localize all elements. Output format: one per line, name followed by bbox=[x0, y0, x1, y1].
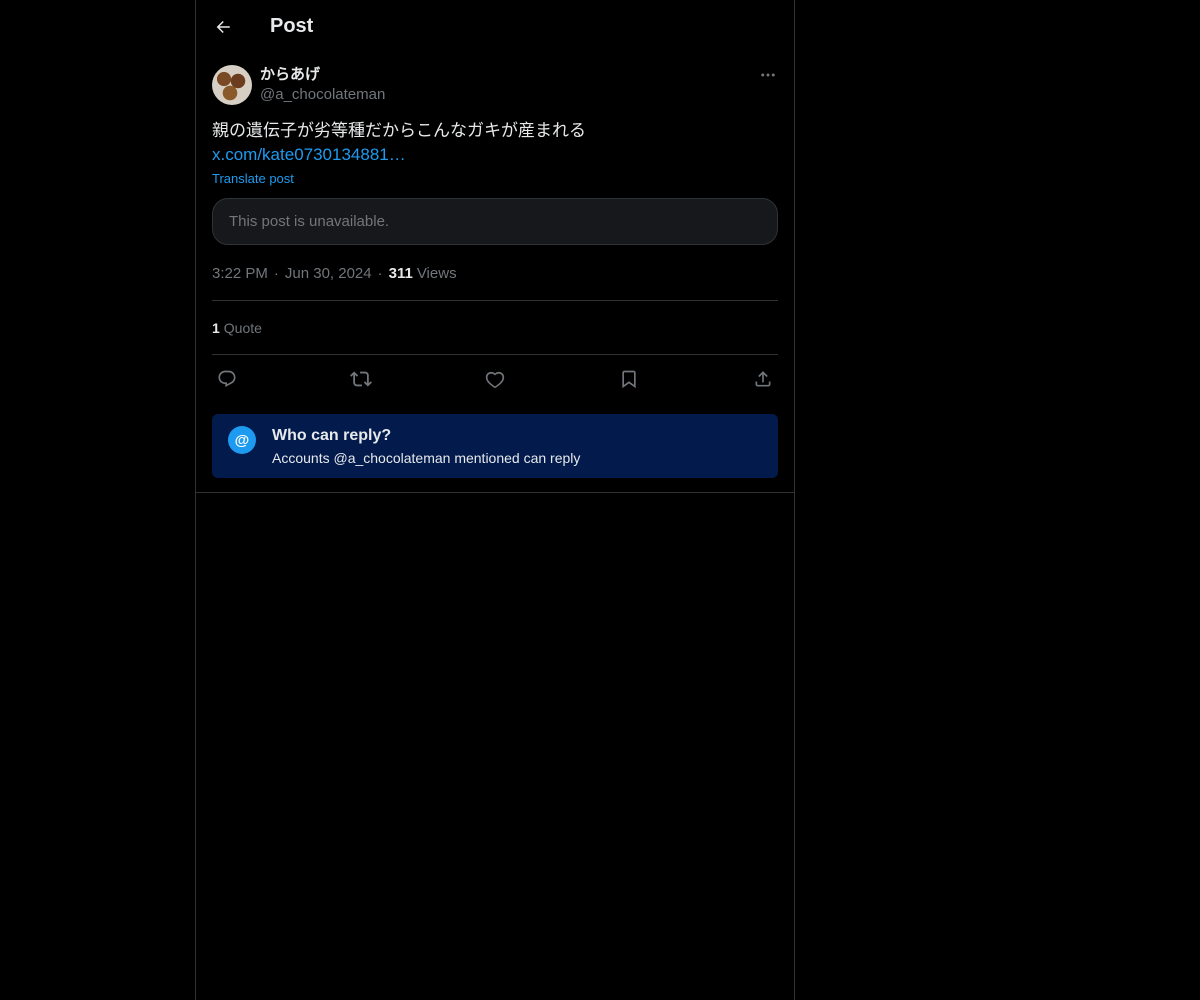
more-options-button[interactable] bbox=[758, 65, 778, 85]
views-count: 311 bbox=[388, 265, 413, 282]
translate-post-link[interactable]: Translate post bbox=[212, 171, 778, 186]
post-time[interactable]: 3:22 PM bbox=[212, 264, 268, 284]
avatar[interactable] bbox=[212, 65, 252, 105]
post-meta: 3:22 PM · Jun 30, 2024 · 311 Views bbox=[212, 264, 778, 284]
quotes-count: 1 bbox=[212, 319, 220, 336]
page-title: Post bbox=[270, 15, 314, 37]
meta-separator: · bbox=[273, 265, 279, 282]
meta-separator: · bbox=[377, 265, 383, 282]
views-label: Views bbox=[416, 265, 457, 282]
post-link[interactable]: x.com/kate0730134881… bbox=[212, 143, 778, 167]
bookmark-button[interactable] bbox=[618, 368, 640, 390]
reply-icon bbox=[218, 370, 236, 388]
at-sign-icon: @ bbox=[228, 426, 256, 454]
like-button[interactable] bbox=[484, 368, 506, 390]
post-date[interactable]: Jun 30, 2024 bbox=[285, 264, 372, 284]
bookmark-icon bbox=[622, 370, 636, 389]
back-button[interactable] bbox=[212, 16, 234, 38]
who-can-reply-subtitle: Accounts @a_chocolateman mentioned can r… bbox=[272, 450, 581, 466]
author-row: からあげ @a_chocolateman bbox=[212, 65, 778, 105]
who-can-reply-banner: @ Who can reply? Accounts @a_chocolatema… bbox=[212, 414, 778, 478]
repost-icon bbox=[350, 371, 372, 387]
share-icon bbox=[755, 371, 771, 387]
divider bbox=[196, 492, 794, 493]
quotes-stat[interactable]: 1 Quote bbox=[212, 301, 778, 354]
arrow-left-icon bbox=[216, 20, 230, 33]
who-can-reply-title: Who can reply? bbox=[272, 427, 392, 444]
main-column: Post からあげ @a_chocolateman 親の遺伝子が劣等種だからこん… bbox=[195, 0, 795, 1000]
more-horizontal-icon bbox=[761, 73, 775, 77]
who-can-reply-texts: Who can reply? Accounts @a_chocolateman … bbox=[272, 426, 580, 468]
share-button[interactable] bbox=[752, 368, 774, 390]
post-text: 親の遺伝子が劣等種だからこんなガキが産まれる bbox=[212, 121, 586, 140]
author-handle[interactable]: @a_chocolateman bbox=[260, 85, 385, 105]
page-header: Post bbox=[196, 0, 794, 53]
quoted-post-unavailable: This post is unavailable. bbox=[212, 198, 778, 245]
display-name[interactable]: からあげ bbox=[260, 65, 385, 85]
post: からあげ @a_chocolateman 親の遺伝子が劣等種だからこんなガキが産… bbox=[196, 65, 794, 478]
heart-icon bbox=[485, 371, 505, 389]
author-names: からあげ @a_chocolateman bbox=[260, 65, 385, 105]
reply-button[interactable] bbox=[216, 368, 238, 390]
action-bar bbox=[212, 355, 778, 403]
quotes-label: Quote bbox=[223, 319, 262, 336]
repost-button[interactable] bbox=[350, 368, 372, 390]
